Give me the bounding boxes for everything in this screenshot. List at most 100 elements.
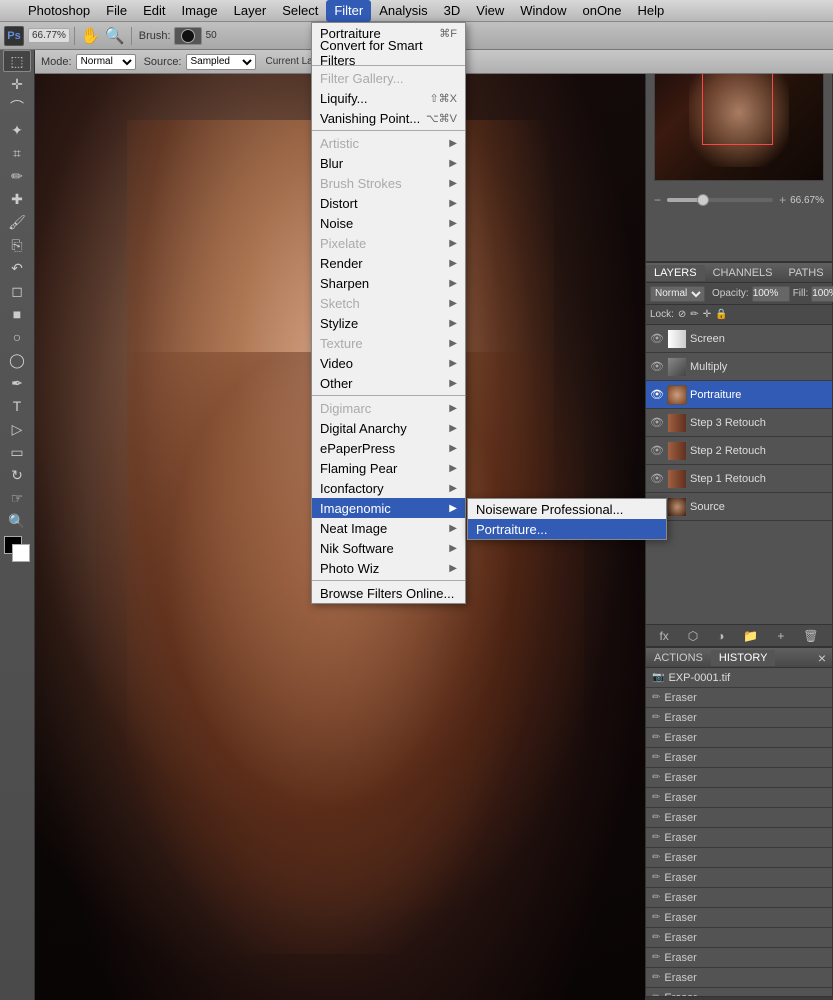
history-item-14[interactable]: ✏ Eraser (646, 968, 832, 988)
opacity-input[interactable] (752, 286, 790, 302)
menu-window[interactable]: Window (512, 0, 574, 22)
menu-help[interactable]: Help (630, 0, 673, 22)
menu-item-texture[interactable]: Texture ▶ (312, 333, 465, 353)
blend-mode-select[interactable]: Normal (650, 286, 705, 302)
layer-row-step2[interactable]: 👁 Step 2 Retouch (646, 437, 832, 465)
layer-mask-button[interactable]: ⬡ (686, 627, 700, 645)
tab-channels[interactable]: CHANNELS (705, 265, 781, 281)
tab-actions[interactable]: ACTIONS (646, 650, 711, 666)
menu-onone[interactable]: onOne (574, 0, 629, 22)
menu-item-vanishing-point[interactable]: Vanishing Point... ⌥⌘V (312, 108, 465, 128)
tool-brush[interactable]: 🖌 (3, 211, 31, 233)
menu-item-filter-gallery[interactable]: Filter Gallery... (312, 68, 465, 88)
history-item-8[interactable]: ✏ Eraser (646, 848, 832, 868)
tool-history-brush[interactable]: ↶ (3, 257, 31, 279)
menu-item-photo-wiz[interactable]: Photo Wiz ▶ (312, 558, 465, 578)
menu-item-imagenomic[interactable]: Imagenomic ▶ Noiseware Professional... P… (312, 498, 465, 518)
menu-item-blur[interactable]: Blur ▶ (312, 153, 465, 173)
lock-all-icon[interactable]: 🔒 (715, 309, 727, 320)
zoom-tool[interactable]: 🔍 (105, 26, 125, 46)
layer-row-step1[interactable]: 👁 Step 1 Retouch (646, 465, 832, 493)
source-select[interactable]: Sampled (186, 54, 256, 70)
tool-hand[interactable]: ☞ (3, 487, 31, 509)
menu-item-distort[interactable]: Distort ▶ (312, 193, 465, 213)
menu-item-digimarc[interactable]: Digimarc ▶ (312, 398, 465, 418)
menu-item-neat-image[interactable]: Neat Image ▶ (312, 518, 465, 538)
menu-item-render[interactable]: Render ▶ (312, 253, 465, 273)
tool-stamp[interactable]: ⎘ (3, 234, 31, 256)
layer-visibility-portraiture[interactable]: 👁 (650, 388, 664, 401)
tool-gradient[interactable]: ■ (3, 303, 31, 325)
menu-view[interactable]: View (468, 0, 512, 22)
layer-visibility-multiply[interactable]: 👁 (650, 360, 664, 373)
history-item-5[interactable]: ✏ Eraser (646, 788, 832, 808)
menu-item-brush-strokes[interactable]: Brush Strokes ▶ (312, 173, 465, 193)
layer-visibility-step2[interactable]: 👁 (650, 444, 664, 457)
menu-image[interactable]: Image (174, 0, 226, 22)
layer-row-multiply[interactable]: 👁 Multiply (646, 353, 832, 381)
menu-3d[interactable]: 3D (436, 0, 469, 22)
apple-menu[interactable] (0, 0, 20, 22)
lock-transparency-icon[interactable]: ⊘ (678, 309, 686, 320)
hand-tool[interactable]: ✋ (81, 26, 101, 46)
history-item-15[interactable]: ✏ Eraser (646, 988, 832, 996)
tool-zoom[interactable]: 🔍 (3, 510, 31, 532)
layer-row-step3[interactable]: 👁 Step 3 Retouch (646, 409, 832, 437)
history-item-0[interactable]: ✏ Eraser (646, 688, 832, 708)
menu-item-browse-filters[interactable]: Browse Filters Online... (312, 583, 465, 603)
tool-blur[interactable]: ○ (3, 326, 31, 348)
menu-item-digital-anarchy[interactable]: Digital Anarchy ▶ (312, 418, 465, 438)
zoom-out-icon[interactable]: − (654, 193, 661, 207)
menu-file[interactable]: File (98, 0, 135, 22)
menu-item-video[interactable]: Video ▶ (312, 353, 465, 373)
layer-adjust-button[interactable]: ◑ (715, 627, 726, 645)
history-item-6[interactable]: ✏ Eraser (646, 808, 832, 828)
menu-item-sharpen[interactable]: Sharpen ▶ (312, 273, 465, 293)
tool-shape[interactable]: ▭ (3, 441, 31, 463)
menu-item-sketch[interactable]: Sketch ▶ (312, 293, 465, 313)
tool-marquee[interactable]: ⬚ (3, 50, 31, 72)
layer-visibility-step1[interactable]: 👁 (650, 472, 664, 485)
layer-group-button[interactable]: 📁 (741, 627, 760, 645)
menu-photoshop[interactable]: Photoshop (20, 0, 98, 22)
tool-eraser[interactable]: ◻ (3, 280, 31, 302)
submenu-item-noiseware[interactable]: Noiseware Professional... (468, 499, 666, 519)
history-item-4[interactable]: ✏ Eraser (646, 768, 832, 788)
layer-visibility-step3[interactable]: 👁 (650, 416, 664, 429)
menu-item-stylize[interactable]: Stylize ▶ (312, 313, 465, 333)
history-item-2[interactable]: ✏ Eraser (646, 728, 832, 748)
menu-item-nik-software[interactable]: Nik Software ▶ (312, 538, 465, 558)
menu-item-artistic[interactable]: Artistic ▶ (312, 133, 465, 153)
tool-eyedropper[interactable]: ✏ (3, 165, 31, 187)
tool-type[interactable]: T (3, 395, 31, 417)
mode-select[interactable]: Normal (76, 54, 136, 70)
menu-item-iconfactory[interactable]: Iconfactory ▶ (312, 478, 465, 498)
menu-layer[interactable]: Layer (226, 0, 275, 22)
menu-item-liquify[interactable]: Liquify... ⇧⌘X (312, 88, 465, 108)
panel-close-history[interactable]: × (812, 650, 832, 666)
menu-analysis[interactable]: Analysis (371, 0, 435, 22)
submenu-item-portraiture[interactable]: Portraiture... (468, 519, 666, 539)
tool-3d-rotate[interactable]: ↻ (3, 464, 31, 486)
menu-edit[interactable]: Edit (135, 0, 173, 22)
zoom-in-icon[interactable]: + (779, 193, 786, 207)
history-item-13[interactable]: ✏ Eraser (646, 948, 832, 968)
tool-crop[interactable]: ⌗ (3, 142, 31, 164)
menu-select[interactable]: Select (274, 0, 326, 22)
history-file-item[interactable]: 📷 EXP-0001.tif (646, 668, 832, 688)
history-item-3[interactable]: ✏ Eraser (646, 748, 832, 768)
layer-fx-button[interactable]: fx (657, 627, 670, 645)
history-item-12[interactable]: ✏ Eraser (646, 928, 832, 948)
tab-layers[interactable]: LAYERS (646, 265, 705, 281)
menu-filter[interactable]: Filter (326, 0, 371, 22)
menu-item-other[interactable]: Other ▶ (312, 373, 465, 393)
history-item-9[interactable]: ✏ Eraser (646, 868, 832, 888)
history-item-11[interactable]: ✏ Eraser (646, 908, 832, 928)
menu-item-epaperpress[interactable]: ePaperPress ▶ (312, 438, 465, 458)
tool-pen[interactable]: ✒ (3, 372, 31, 394)
menu-item-noise[interactable]: Noise ▶ (312, 213, 465, 233)
layer-delete-button[interactable]: 🗑 (801, 627, 820, 645)
layer-row-source[interactable]: 👁 Source (646, 493, 832, 521)
history-item-10[interactable]: ✏ Eraser (646, 888, 832, 908)
tab-history[interactable]: HISTORY (711, 650, 776, 666)
